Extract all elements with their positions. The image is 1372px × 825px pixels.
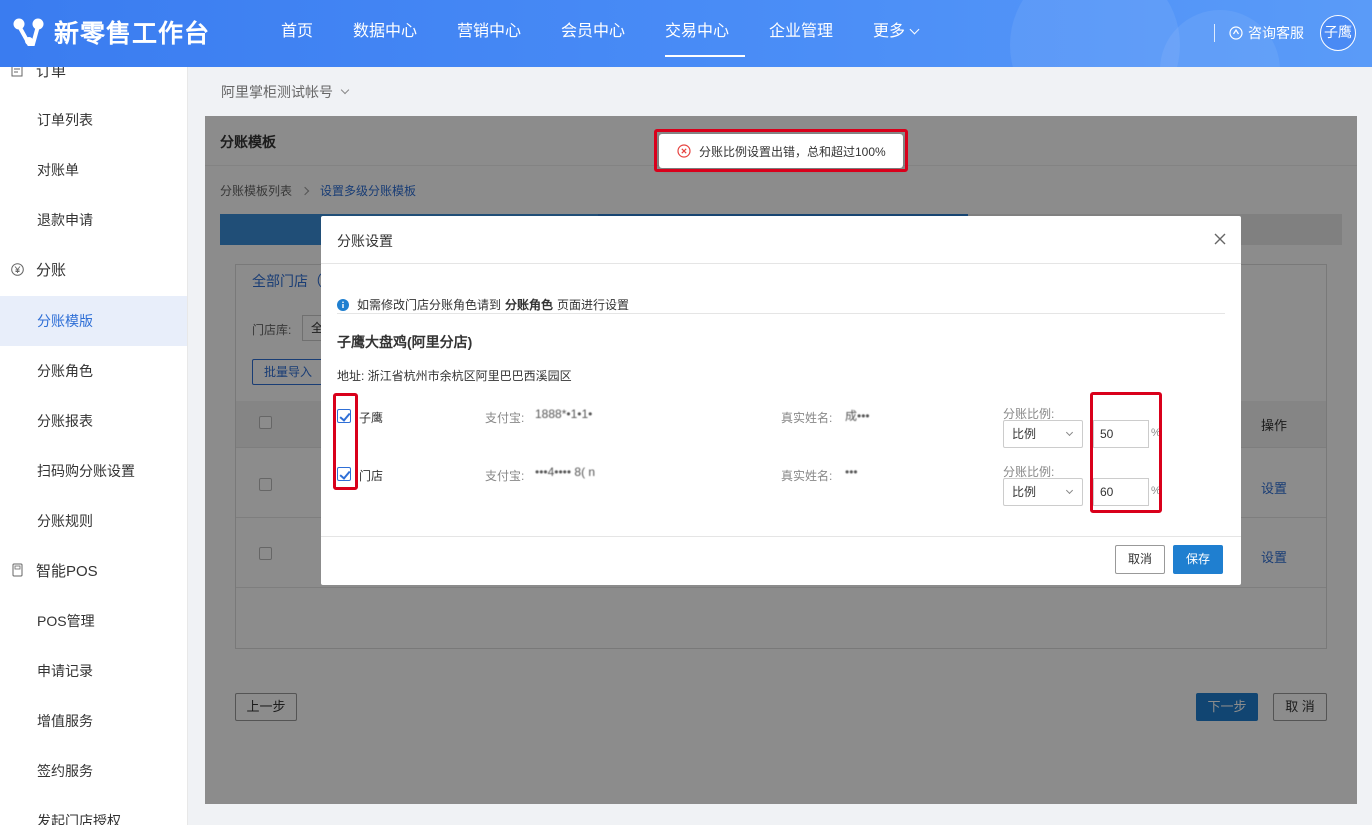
document-icon — [10, 67, 24, 77]
nav-home[interactable]: 首页 — [281, 0, 353, 67]
account-label: 阿里掌柜测试帐号 — [221, 84, 333, 100]
nav-data-center[interactable]: 数据中心 — [353, 0, 457, 67]
info-icon — [337, 298, 349, 311]
app-name: 新零售工作台 — [54, 20, 211, 48]
realname-value: ••• — [845, 465, 858, 479]
header-right: 咨询客服 子鹰 — [1214, 9, 1356, 57]
divider — [337, 313, 1225, 314]
service-link[interactable]: 咨询客服 — [1229, 23, 1304, 43]
sidebar-item-split-template[interactable]: 分账模版 — [0, 296, 187, 346]
account-selector[interactable]: 阿里掌柜测试帐号 — [221, 82, 350, 102]
app-logo[interactable]: 新零售工作台 — [12, 14, 210, 50]
close-icon[interactable] — [1213, 232, 1227, 246]
nav-marketing-center[interactable]: 营销中心 — [457, 0, 561, 67]
realname-label: 真实姓名: — [781, 411, 833, 425]
sidebar-item-refund[interactable]: 退款申请 — [0, 195, 187, 245]
sidebar-item-order-list[interactable]: 订单列表 — [0, 95, 187, 145]
nav-enterprise-management[interactable]: 企业管理 — [769, 0, 873, 67]
sidebar: 订单 订单列表 对账单 退款申请 分账 分账模版 分账角色 分账报表 扫码购分账… — [0, 67, 188, 825]
sidebar-group-order[interactable]: 订单 — [0, 67, 187, 95]
info-prefix: 如需修改门店分账角色请到 — [357, 298, 502, 312]
highlight-box — [333, 393, 358, 490]
realname-label: 真实姓名: — [781, 469, 833, 483]
sidebar-item-scan-split-settings[interactable]: 扫码购分账设置 — [0, 446, 187, 496]
main-nav: 首页 数据中心 营销中心 会员中心 交易中心 企业管理 更多 — [281, 0, 943, 67]
highlight-box — [654, 129, 908, 172]
dialog-save-button[interactable]: 保存 — [1173, 545, 1223, 574]
header-divider — [1214, 24, 1215, 42]
sidebar-item-contract-service[interactable]: 签约服务 — [0, 746, 187, 796]
info-suffix: 页面进行设置 — [557, 298, 630, 312]
highlight-box — [1090, 392, 1162, 513]
split-role-link[interactable]: 分账角色 — [505, 296, 553, 313]
chevron-down-icon — [909, 24, 920, 35]
dialog-cancel-button[interactable]: 取消 — [1115, 545, 1165, 574]
sidebar-item-statement[interactable]: 对账单 — [0, 145, 187, 195]
realname-value: 成••• — [845, 409, 870, 423]
sidebar-group-label: 订单 — [36, 67, 67, 80]
alipay-label: 支付宝: — [485, 469, 525, 483]
chevron-down-icon — [1065, 486, 1074, 495]
sidebar-item-value-added[interactable]: 增值服务 — [0, 696, 187, 746]
ratio-type-value: 比例 — [1012, 427, 1037, 441]
alipay-label: 支付宝: — [485, 411, 525, 425]
store-address: 地址: 浙江省杭州市余杭区阿里巴巴西溪园区 — [337, 369, 572, 383]
alipay-account: 1888*•1•1• — [535, 407, 593, 421]
nav-more[interactable]: 更多 — [873, 0, 943, 67]
header-decoration — [1010, 0, 1180, 67]
dialog-footer-divider — [321, 536, 1241, 537]
sidebar-item-split-report[interactable]: 分账报表 — [0, 396, 187, 446]
sidebar-item-split-rules[interactable]: 分账规则 — [0, 496, 187, 546]
nav-member-center[interactable]: 会员中心 — [561, 0, 665, 67]
store-name: 子鹰大盘鸡(阿里分店) — [337, 334, 473, 350]
sidebar-item-store-authorization[interactable]: 发起门店授权 — [0, 796, 187, 825]
nav-trade-center[interactable]: 交易中心 — [665, 0, 745, 67]
alipay-account: •••4•••• 8( n — [535, 465, 596, 479]
sidebar-group-pos[interactable]: 智能POS — [0, 545, 187, 595]
participant-name: 子鹰 — [359, 411, 384, 425]
service-label: 咨询客服 — [1248, 25, 1304, 41]
ratio-type-value: 比例 — [1012, 485, 1037, 499]
chevron-down-icon — [340, 85, 350, 95]
pos-device-icon — [10, 563, 24, 577]
dialog-title: 分账设置 — [337, 233, 393, 249]
sidebar-item-pos-management[interactable]: POS管理 — [0, 596, 187, 646]
participant-name: 门店 — [359, 469, 384, 483]
top-bar: 新零售工作台 首页 数据中心 营销中心 会员中心 交易中心 企业管理 更多 咨询… — [0, 0, 1372, 67]
sidebar-item-split-role[interactable]: 分账角色 — [0, 346, 187, 396]
yen-icon — [10, 262, 24, 276]
headset-icon — [1229, 26, 1243, 40]
logo-icon — [13, 18, 44, 46]
sidebar-group-label: 分账 — [36, 261, 67, 279]
nav-more-label: 更多 — [873, 23, 906, 40]
sidebar-item-application-records[interactable]: 申请记录 — [0, 646, 187, 696]
chevron-down-icon — [1065, 428, 1074, 437]
info-notice: 如需修改门店分账角色请到 分账角色 页面进行设置 — [337, 296, 629, 313]
dialog-header: 分账设置 — [321, 216, 1241, 264]
sidebar-group-label: 智能POS — [36, 562, 98, 580]
avatar[interactable]: 子鹰 — [1320, 15, 1356, 51]
ratio-type-select[interactable]: 比例 — [1003, 420, 1083, 448]
ratio-type-select[interactable]: 比例 — [1003, 478, 1083, 506]
sidebar-group-split[interactable]: 分账 — [0, 244, 187, 294]
